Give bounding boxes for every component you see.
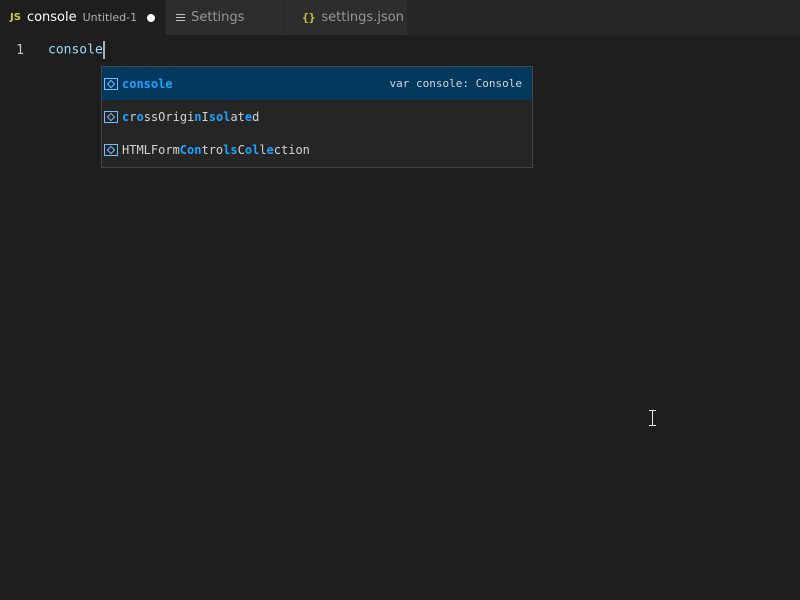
- mouse-ibeam-cursor-icon: [649, 410, 657, 426]
- label-segment: ls: [223, 142, 238, 157]
- tab-title: settings.json: [321, 10, 404, 25]
- suggest-item-detail: var console: Console: [389, 77, 522, 90]
- editor-window: JS console Untitled-1 Settings {} settin…: [0, 0, 800, 600]
- settings-icon: [176, 12, 186, 23]
- label-segment: at: [230, 109, 245, 124]
- unsaved-dot-icon[interactable]: [147, 13, 156, 22]
- label-segment: Con: [179, 142, 202, 157]
- tab-bar: JS console Untitled-1 Settings {} settin…: [0, 0, 800, 35]
- label-segment: l: [259, 142, 267, 157]
- code-line[interactable]: 1 console: [0, 40, 800, 60]
- tab-title: console: [26, 10, 77, 25]
- tab-description: Untitled-1: [82, 11, 138, 24]
- code-editor[interactable]: 1 console console var console: Console cro…: [0, 35, 800, 600]
- suggest-item-label: crossOriginIsolated: [122, 110, 259, 124]
- suggest-item[interactable]: crossOriginIsolated: [102, 100, 532, 133]
- text-cursor: [102, 41, 105, 59]
- tab-settings[interactable]: Settings: [166, 0, 285, 35]
- suggest-item[interactable]: HTMLFormControlsCollection: [102, 133, 532, 166]
- tab-title: Settings: [191, 10, 245, 25]
- suggest-item[interactable]: console var console: Console: [102, 67, 532, 100]
- label-segment: rigi: [165, 109, 195, 124]
- label-segment: C: [237, 142, 245, 157]
- label-segment: o: [136, 109, 144, 124]
- label-segment: ol: [244, 142, 260, 157]
- label-segment: HTMLForm: [122, 142, 180, 157]
- label-segment: ction: [273, 142, 310, 157]
- tab-console-untitled-1[interactable]: JS console Untitled-1: [0, 0, 167, 35]
- json-braces-icon: {}: [302, 11, 316, 24]
- suggest-item-label: HTMLFormControlsCollection: [122, 143, 310, 157]
- variable-icon: [104, 143, 118, 156]
- label-segment: I: [201, 109, 209, 124]
- code-token: console: [48, 42, 103, 58]
- variable-icon: [104, 110, 118, 123]
- label-segment: ss: [143, 109, 159, 124]
- js-icon: JS: [10, 12, 21, 23]
- suggest-item-label: console: [122, 77, 173, 91]
- label-segment: n: [194, 109, 202, 124]
- line-number: 1: [16, 42, 24, 58]
- code-text[interactable]: console: [48, 41, 105, 59]
- tab-settings-json[interactable]: {} settings.json: [284, 0, 409, 35]
- suggest-widget: console var console: Console crossOriginIs…: [101, 66, 533, 168]
- label-segment: e: [266, 142, 274, 157]
- label-segment: d: [252, 109, 260, 124]
- label-segment: tro: [201, 142, 224, 157]
- variable-icon: [104, 77, 118, 90]
- label-segment: console: [122, 76, 173, 91]
- label-segment: so: [208, 109, 224, 124]
